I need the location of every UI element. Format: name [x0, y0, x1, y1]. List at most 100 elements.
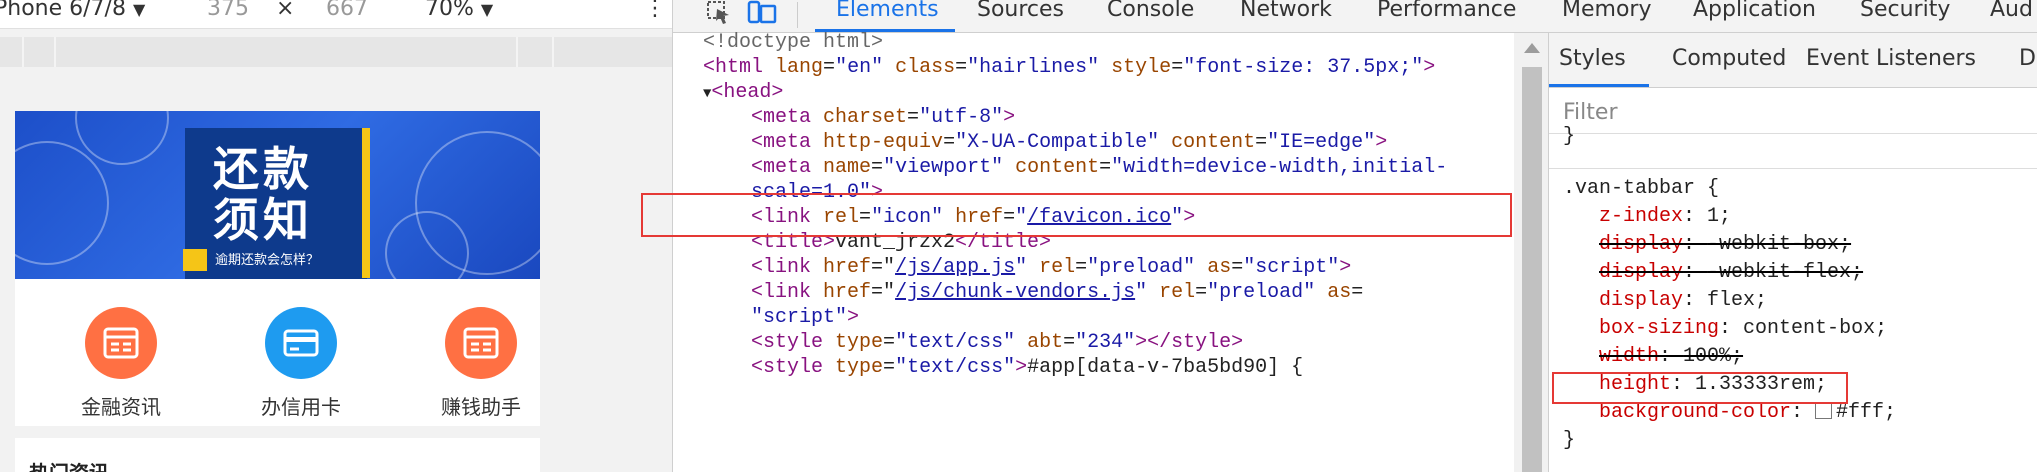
tab-memory[interactable]: Memory	[1562, 0, 1651, 22]
attr: abt	[1027, 331, 1064, 354]
tab-network[interactable]: Network	[1240, 0, 1332, 22]
zoom-value: 70%	[425, 0, 474, 21]
ruler-segment[interactable]	[554, 37, 672, 67]
chevron-down-icon: ▼	[132, 0, 146, 19]
prop-value: 100%;	[1683, 345, 1744, 368]
scrollbar-thumb[interactable]	[1522, 67, 1542, 472]
attr-value: "font-size: 37.5px;"	[1183, 56, 1424, 79]
attr: href	[823, 281, 872, 304]
style-text: #app[data-v-7ba5bd90] {	[1027, 356, 1304, 379]
media-query-ruler[interactable]	[0, 37, 672, 67]
section-title: 热门资讯	[29, 457, 109, 472]
prop-value: #fff;	[1836, 401, 1897, 424]
more-options-icon[interactable]: ⋮	[644, 0, 666, 21]
dom-line-style-2[interactable]: <style type="text/css">#app[data-v-7ba5b…	[751, 353, 1303, 383]
device-toolbar: Phone 6/7/8 ▼ 375 × 667 70% ▼ ⋮	[0, 0, 672, 29]
ruler-segment[interactable]	[0, 37, 24, 67]
tab-console[interactable]: Console	[1107, 0, 1194, 22]
quick-item-credit-card[interactable]: 办信用卡	[231, 307, 371, 420]
prop-value: flex;	[1707, 289, 1768, 312]
css-prop-z-index[interactable]: z-index: 1;	[1599, 202, 1731, 232]
quick-item-money-helper[interactable]: 赚钱助手	[411, 307, 551, 420]
tag: >	[847, 306, 860, 329]
device-select[interactable]: Phone 6/7/8 ▼	[0, 0, 145, 21]
css-selector[interactable]: .van-tabbar {	[1563, 174, 1719, 204]
tag: <meta	[751, 131, 812, 154]
tab-styles[interactable]: Styles	[1559, 46, 1626, 71]
height-input[interactable]: 667	[326, 0, 368, 21]
ruler-segment[interactable]	[518, 37, 554, 67]
tab-security[interactable]: Security	[1860, 0, 1950, 22]
section-separator	[15, 426, 540, 438]
attr-value: "en"	[835, 56, 884, 79]
attr: rel	[1039, 256, 1076, 279]
ruler-segment[interactable]	[24, 37, 56, 67]
attr-value: "IE=edge"	[1267, 131, 1376, 154]
css-close-brace: }	[1563, 429, 1576, 452]
device-name: Phone 6/7/8	[0, 0, 126, 21]
tab-application[interactable]: Application	[1693, 0, 1816, 22]
banner-accent-square	[183, 249, 207, 271]
resource-link[interactable]: /js/app.js	[895, 256, 1015, 279]
banner-subtitle: 逾期还款会怎样？	[215, 253, 320, 268]
ruler-segment[interactable]	[56, 37, 518, 67]
banner-image[interactable]: 还款 须知 逾期还款会怎样？	[15, 111, 540, 279]
attr: type	[835, 356, 884, 379]
tab-audits[interactable]: Aud	[1990, 0, 2033, 22]
attr-value: "text/css"	[895, 331, 1016, 354]
prop-value: -webkit-flex;	[1707, 261, 1864, 284]
prop-name: width	[1599, 345, 1660, 368]
css-prop-display-webkit-flex[interactable]: display: -webkit-flex;	[1599, 258, 1863, 288]
quick-item-finance-news[interactable]: 金融资讯	[51, 307, 191, 420]
dimension-separator: ×	[276, 0, 295, 21]
attr: charset	[823, 106, 908, 129]
attr-value: "preload"	[1207, 281, 1316, 304]
width-input[interactable]: 375	[207, 0, 249, 21]
active-subtab-indicator	[1549, 84, 1649, 87]
styles-tab-bar: Styles Computed Event Listeners D	[1549, 33, 2037, 88]
attr-value: "viewport"	[883, 156, 1004, 179]
zoom-select[interactable]: 70% ▼	[425, 0, 493, 21]
tab-event-listeners[interactable]: Event Listeners	[1806, 46, 1976, 71]
tab-performance[interactable]: Performance	[1377, 0, 1516, 22]
tab-elements[interactable]: Elements	[836, 0, 939, 22]
css-prop-display-webkit-box[interactable]: display: -webkit-box;	[1599, 230, 1851, 260]
prop-name: z-index	[1599, 205, 1684, 228]
banner-accent-bar	[362, 128, 370, 278]
prop-value: 1;	[1707, 205, 1732, 228]
phone-viewport: 还款 须知 逾期还款会怎样？ 金融资讯 办信用卡 赚钱助手 热门资讯	[15, 111, 540, 472]
css-prop-width[interactable]: width: 100%;	[1599, 342, 1743, 372]
tag: >	[1003, 106, 1016, 129]
attr-value: "X-UA-Compatible"	[955, 131, 1160, 154]
attr: name	[823, 156, 872, 179]
quote: "	[751, 306, 764, 329]
attr: style	[1111, 56, 1172, 79]
banner-decoration	[15, 141, 109, 265]
tag: <style	[751, 356, 824, 379]
dom-tree-scrollbar[interactable]	[1514, 33, 1548, 472]
css-prop-display-flex[interactable]: display: flex;	[1599, 286, 1767, 316]
tab-dom-breakpoints[interactable]: D	[2019, 46, 2036, 71]
finance-news-icon	[85, 307, 157, 379]
prev-rule-brace: }	[1563, 125, 1576, 148]
dom-line-html[interactable]: <html lang="en" class="hairlines" style=…	[703, 53, 1435, 83]
attr: class	[895, 56, 956, 79]
quick-item-label: 金融资讯	[81, 395, 161, 419]
css-prop-box-sizing[interactable]: box-sizing: content-box;	[1599, 314, 1887, 344]
tag: >	[1339, 256, 1352, 279]
scroll-up-icon[interactable]	[1524, 43, 1540, 53]
attr: as	[1327, 281, 1352, 304]
tag: <meta	[751, 106, 812, 129]
tag: >	[1015, 356, 1028, 379]
inspect-element-icon[interactable]	[707, 0, 733, 31]
chevron-down-icon: ▼	[480, 0, 494, 19]
device-preview-pane: Phone 6/7/8 ▼ 375 × 667 70% ▼ ⋮ 还款 须知 逾期…	[0, 0, 673, 472]
quick-item-label: 办信用卡	[261, 395, 341, 419]
resource-link[interactable]: /js/chunk-vendors.js	[895, 281, 1135, 304]
tab-computed[interactable]: Computed	[1672, 46, 1786, 71]
attr-value: "utf-8"	[919, 106, 1004, 129]
color-swatch-icon[interactable]	[1815, 402, 1833, 419]
highlight-box-height	[1552, 372, 1848, 404]
tab-sources[interactable]: Sources	[977, 0, 1064, 22]
prop-name: display	[1599, 289, 1684, 312]
